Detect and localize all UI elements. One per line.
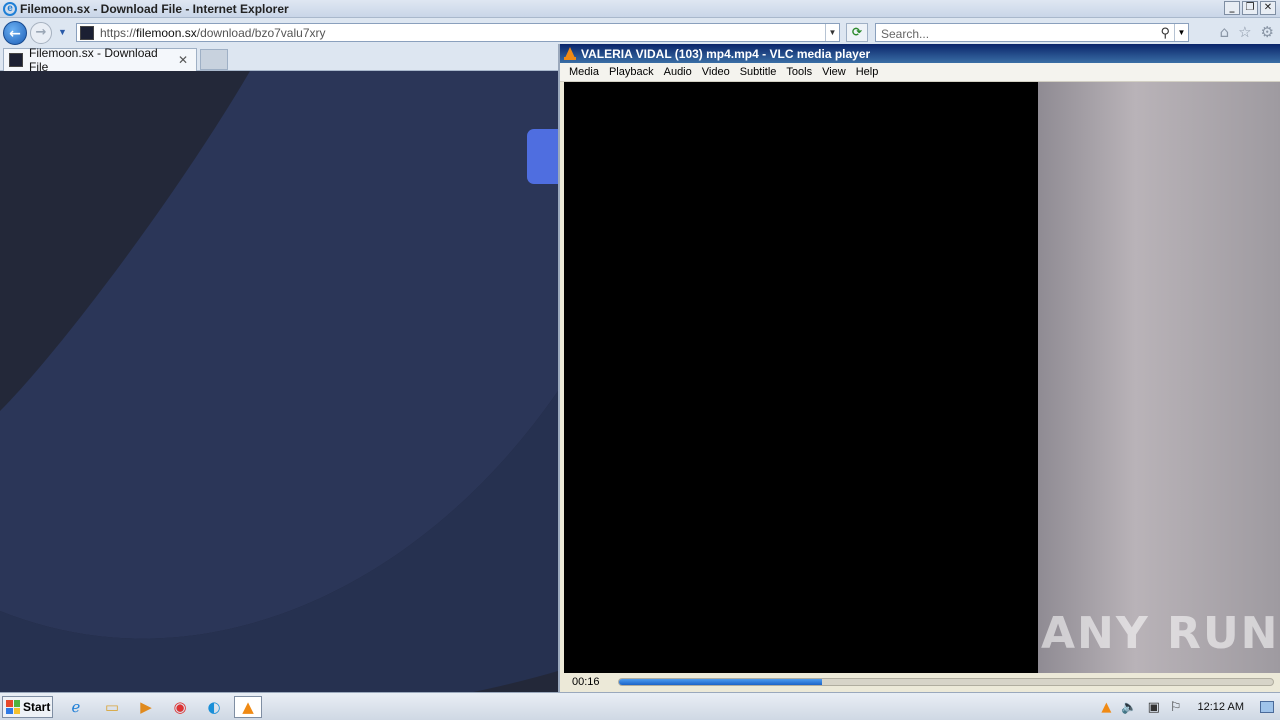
show-desktop-icon[interactable] xyxy=(1260,701,1274,713)
search-icon[interactable]: ⚲ xyxy=(1160,25,1170,41)
taskbar-vlc-icon[interactable]: ▲ xyxy=(234,696,262,718)
seek-bar[interactable] xyxy=(618,678,1274,686)
menu-help[interactable]: Help xyxy=(851,66,884,78)
window-title: Filemoon.sx - Download File - Internet E… xyxy=(20,2,289,16)
clock[interactable]: 12:12 AM xyxy=(1198,701,1244,713)
address-bar[interactable]: https://filemoon.sx/download/bzo7valu7xr… xyxy=(76,23,840,42)
start-label: Start xyxy=(23,700,51,714)
menu-subtitle[interactable]: Subtitle xyxy=(735,66,782,78)
vlc-video-area[interactable]: ANY RUN xyxy=(564,82,1280,673)
menu-tools[interactable]: Tools xyxy=(781,66,817,78)
tab-label[interactable]: Filemoon.sx - Download File xyxy=(29,46,178,74)
settings-gear-icon[interactable]: ⚙ xyxy=(1261,25,1274,40)
tray-vlc-icon[interactable]: ▲ xyxy=(1101,700,1111,715)
vlc-title-bar: VALERIA VIDAL (103) mp4.mp4 - VLC media … xyxy=(560,44,1280,63)
taskbar-chrome-icon[interactable]: ◉ xyxy=(166,696,194,718)
window-controls: _ ❐ ✕ xyxy=(1224,1,1276,15)
menu-audio[interactable]: Audio xyxy=(659,66,697,78)
address-url[interactable]: https://filemoon.sx/download/bzo7valu7xr… xyxy=(100,26,325,40)
ie-title-bar: e Filemoon.sx - Download File - Internet… xyxy=(0,0,1280,18)
tab-close-icon[interactable]: ✕ xyxy=(178,53,192,67)
ie-tab-row: Filemoon.sx - Download File ✕ xyxy=(0,46,560,74)
site-favicon-icon xyxy=(80,25,94,40)
vlc-window: VALERIA VIDAL (103) mp4.mp4 - VLC media … xyxy=(558,44,1280,692)
minimize-button[interactable]: _ xyxy=(1224,1,1240,15)
address-dropdown-icon[interactable]: ▼ xyxy=(825,24,839,41)
restore-button[interactable]: ❐ xyxy=(1242,1,1258,15)
taskbar-edge-icon[interactable]: ◐ xyxy=(200,696,228,718)
search-dropdown-icon[interactable]: ▼ xyxy=(1174,24,1188,41)
system-tray: ▲ 🔈 ▣ ⚐ 12:12 AM xyxy=(1101,695,1280,719)
tray-network-icon[interactable]: ▣ xyxy=(1148,700,1160,715)
home-icon[interactable]: ⌂ xyxy=(1220,25,1230,40)
taskbar: Start ℯ ▭ ▶ ◉ ◐ ▲ ▲ 🔈 ▣ ⚐ 12:12 AM xyxy=(0,692,1280,720)
internet-explorer-icon: e xyxy=(3,2,17,16)
close-button[interactable]: ✕ xyxy=(1260,1,1276,15)
page-side-button[interactable] xyxy=(527,129,558,184)
vlc-window-title: VALERIA VIDAL (103) mp4.mp4 - VLC media … xyxy=(581,46,871,61)
anyrun-watermark: ANY RUN xyxy=(1041,608,1280,659)
history-dropdown-icon[interactable]: ▼ xyxy=(58,27,67,37)
search-box[interactable]: Search... ⚲ ▼ xyxy=(875,23,1189,42)
tab-filemoon[interactable]: Filemoon.sx - Download File ✕ xyxy=(3,46,197,74)
taskbar-media-player-icon[interactable]: ▶ xyxy=(132,696,160,718)
refresh-icon[interactable]: ⟳ xyxy=(846,23,868,42)
menu-media[interactable]: Media xyxy=(564,66,604,78)
favorites-star-icon[interactable]: ☆ xyxy=(1238,25,1251,40)
vlc-cone-icon xyxy=(564,47,576,60)
menu-playback[interactable]: Playback xyxy=(604,66,659,78)
windows-flag-icon xyxy=(6,700,20,714)
tray-flag-icon[interactable]: ⚐ xyxy=(1170,700,1182,715)
tray-volume-icon[interactable]: 🔈 xyxy=(1121,700,1137,715)
back-button[interactable]: ← xyxy=(3,21,27,45)
ie-toolbar-icons: ⌂ ☆ ⚙ xyxy=(1220,25,1274,40)
ie-navigation-bar: ← → ▼ https://filemoon.sx/download/bzo7v… xyxy=(0,18,1280,46)
vlc-menu-bar: Media Playback Audio Video Subtitle Tool… xyxy=(560,63,1280,82)
tab-favicon-icon xyxy=(9,53,23,67)
menu-view[interactable]: View xyxy=(817,66,851,78)
background-waves xyxy=(0,71,558,692)
forward-button[interactable]: → xyxy=(30,22,52,44)
seek-bar-progress xyxy=(619,679,822,685)
elapsed-time: 00:16 xyxy=(572,676,600,688)
web-page-content xyxy=(0,71,558,692)
search-placeholder[interactable]: Search... xyxy=(881,27,929,41)
taskbar-ie-icon[interactable]: ℯ xyxy=(62,696,90,718)
start-button[interactable]: Start xyxy=(2,696,53,718)
video-frame xyxy=(1038,82,1280,673)
vlc-controls: 00:16 xyxy=(564,673,1280,692)
new-tab-button[interactable] xyxy=(200,49,228,70)
menu-video[interactable]: Video xyxy=(697,66,735,78)
taskbar-explorer-folder-icon[interactable]: ▭ xyxy=(98,696,126,718)
